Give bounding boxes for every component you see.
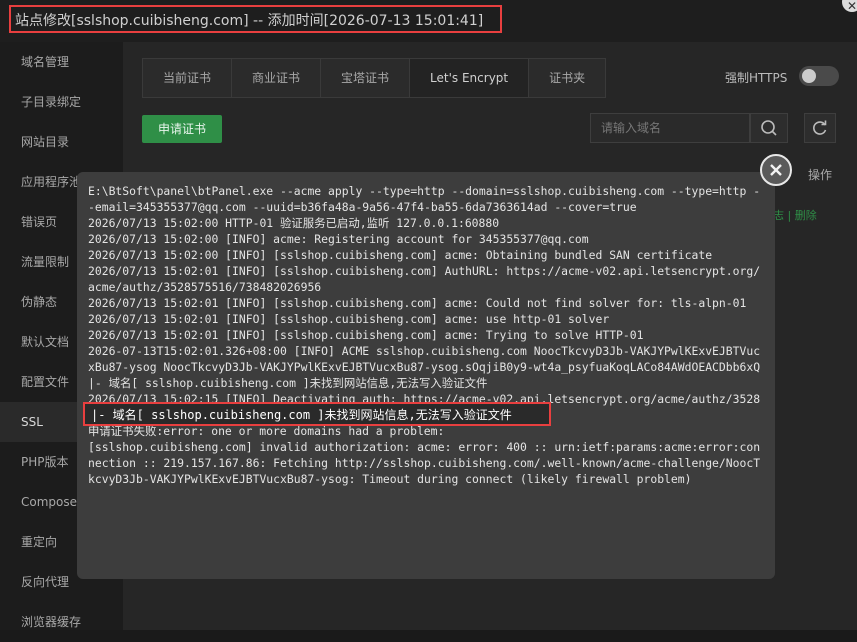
window-title: 站点修改[sslshop.cuibisheng.com] -- 添加时间[202… [15, 13, 484, 29]
search-icon [761, 120, 777, 136]
dialog-close-button[interactable] [760, 154, 792, 186]
toggle-knob [802, 69, 816, 83]
apply-log-text: E:\BtSoft\panel\btPanel.exe --acme apply… [88, 184, 761, 486]
window-close-icon[interactable]: ✕ [842, 0, 857, 13]
apply-log-dialog: E:\BtSoft\panel\btPanel.exe --acme apply… [77, 172, 775, 579]
error-highlight-box: |- 域名[ sslshop.cuibisheng.com ]未找到网站信息,无… [83, 402, 551, 426]
apply-cert-button[interactable]: 申请证书 [142, 115, 222, 143]
domain-search-input[interactable] [590, 113, 750, 143]
ops-column-header: 操作 [808, 168, 833, 182]
close-icon [770, 164, 782, 176]
sidebar-item-domain[interactable]: 域名管理 [0, 42, 123, 82]
tab-lets-encrypt[interactable]: Let's Encrypt [410, 59, 530, 97]
sidebar-item-site-dir[interactable]: 网站目录 [0, 122, 123, 162]
refresh-button[interactable] [804, 113, 836, 143]
tab-baota-cert[interactable]: 宝塔证书 [321, 59, 411, 97]
refresh-icon [813, 120, 827, 135]
row-ops-links[interactable]: 志 | 删除 [773, 207, 817, 223]
ssl-tabs: 当前证书 商业证书 宝塔证书 Let's Encrypt 证书夹 [142, 58, 607, 98]
tab-cert-folder[interactable]: 证书夹 [529, 59, 606, 97]
error-highlight-text: |- 域名[ sslshop.cuibisheng.com ]未找到网站信息,无… [91, 408, 512, 422]
tab-current-cert[interactable]: 当前证书 [143, 59, 233, 97]
sidebar-item-subdir[interactable]: 子目录绑定 [0, 82, 123, 122]
window-titlebar: 站点修改[sslshop.cuibisheng.com] -- 添加时间[202… [0, 0, 857, 42]
force-https-label: 强制HTTPS [725, 71, 788, 85]
sidebar-item-browser-cache[interactable]: 浏览器缓存 [0, 602, 123, 642]
search-button[interactable] [750, 113, 788, 143]
force-https-toggle[interactable] [799, 66, 839, 86]
tab-commercial-cert[interactable]: 商业证书 [232, 59, 322, 97]
